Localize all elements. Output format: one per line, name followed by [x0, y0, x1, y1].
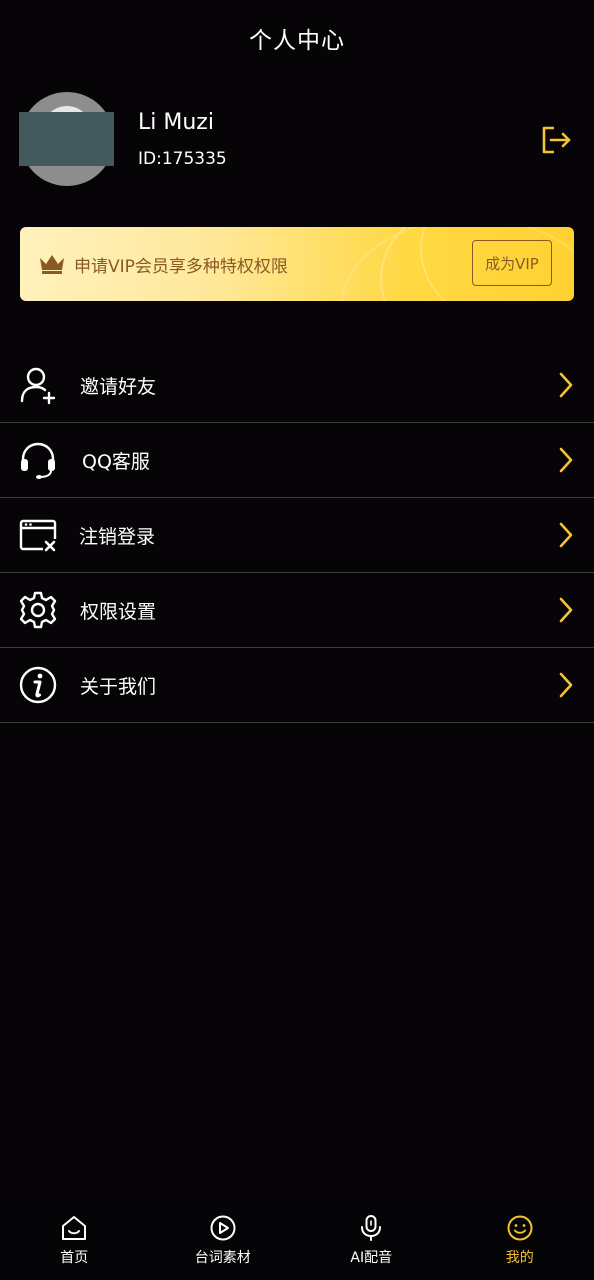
- microphone-icon: [361, 1215, 382, 1241]
- menu-item-label: 权限设置: [80, 601, 157, 623]
- window-close-icon: [19, 519, 57, 552]
- tab-mine[interactable]: 我的: [446, 1204, 594, 1280]
- menu-item-label: 关于我们: [80, 676, 157, 698]
- tab-ai-dubbing[interactable]: AI配音: [297, 1204, 446, 1280]
- tab-home[interactable]: 首页: [0, 1204, 149, 1280]
- menu-item-permission-settings[interactable]: 权限设置: [0, 573, 594, 648]
- tab-script-materials[interactable]: 台词素材: [149, 1204, 298, 1280]
- avatar-redaction: [19, 112, 114, 166]
- chevron-right-icon: [559, 672, 573, 698]
- tab-label: 我的: [505, 1250, 534, 1266]
- settings-menu: 邀请好友 QQ客服 注销登录 权限设置 关于我们: [0, 348, 594, 723]
- headset-icon: [21, 442, 55, 479]
- menu-item-label: 邀请好友: [80, 376, 157, 398]
- tab-label: AI配音: [350, 1250, 393, 1266]
- smiley-icon: [507, 1215, 533, 1241]
- chevron-right-icon: [559, 372, 573, 398]
- gear-icon: [19, 591, 57, 629]
- menu-item-invite-friends[interactable]: 邀请好友: [0, 348, 594, 423]
- menu-item-logout-account[interactable]: 注销登录: [0, 498, 594, 573]
- menu-item-label: QQ客服: [82, 451, 150, 473]
- chevron-right-icon: [559, 597, 573, 623]
- become-vip-button[interactable]: 成为VIP: [472, 240, 552, 286]
- home-icon: [62, 1216, 87, 1240]
- top-bar: 个人中心: [0, 0, 594, 76]
- vip-banner[interactable]: 申请VIP会员享多种特权权限 成为VIP: [20, 227, 574, 301]
- logout-button[interactable]: [538, 122, 574, 158]
- info-icon: [19, 666, 57, 704]
- chevron-right-icon: [559, 447, 573, 473]
- user-id: ID:175335: [138, 149, 227, 169]
- crown-icon: [40, 255, 64, 274]
- tab-label: 台词素材: [194, 1250, 251, 1266]
- chevron-right-icon: [559, 522, 573, 548]
- user-name: Li Muzi: [138, 110, 214, 135]
- menu-item-about-us[interactable]: 关于我们: [0, 648, 594, 723]
- page-title: 个人中心: [249, 28, 345, 54]
- menu-item-qq-support[interactable]: QQ客服: [0, 423, 594, 498]
- logout-icon: [542, 126, 571, 154]
- play-circle-icon: [210, 1215, 236, 1241]
- menu-item-label: 注销登录: [79, 526, 156, 548]
- tab-label: 首页: [60, 1250, 89, 1266]
- add-user-icon: [20, 367, 56, 405]
- bottom-tab-bar: 首页 台词素材 AI配音 我的: [0, 1204, 594, 1280]
- vip-promo-text: 申请VIP会员享多种特权权限: [74, 257, 288, 277]
